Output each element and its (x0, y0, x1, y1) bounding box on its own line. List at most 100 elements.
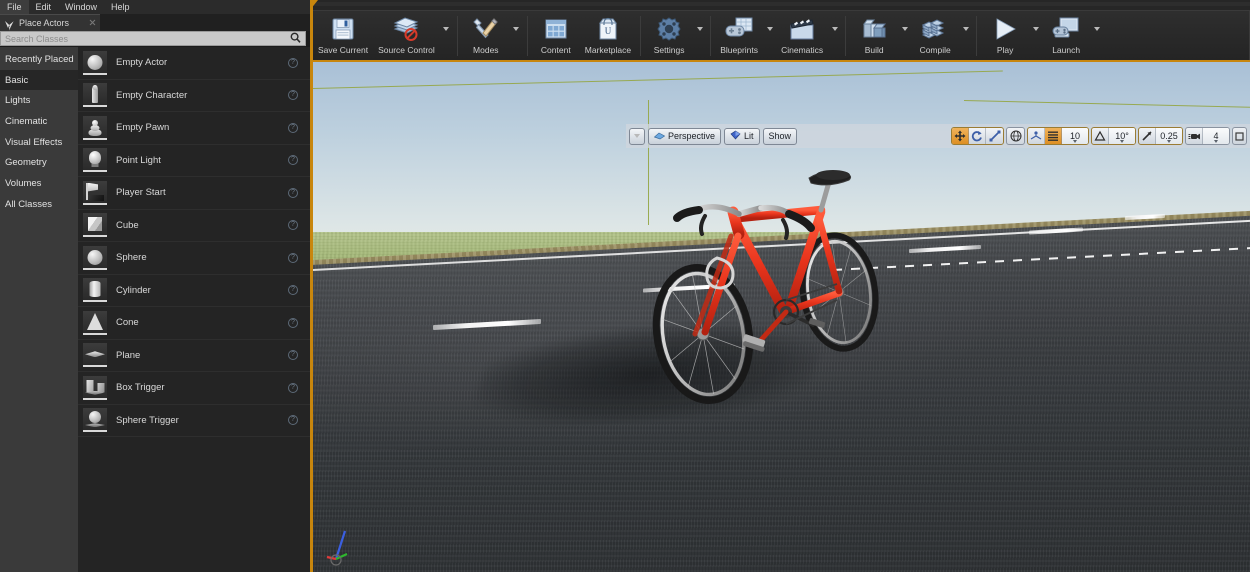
help-icon[interactable]: ? (288, 188, 298, 198)
camera-mode-label: Perspective (668, 131, 715, 141)
build-button[interactable]: Build (850, 11, 898, 61)
launch-button[interactable]: Launch (1042, 11, 1090, 61)
sidebar-item-geometry[interactable]: Geometry (0, 152, 78, 173)
scale-snap-value[interactable]: 0.25 (1156, 128, 1182, 144)
blueprints-button[interactable]: Blueprints (715, 11, 763, 61)
cinematics-dropdown[interactable] (828, 11, 841, 61)
source-control-dropdown[interactable] (440, 11, 453, 61)
help-icon[interactable]: ? (288, 350, 298, 360)
toolbar-label: Content (541, 45, 571, 55)
list-item-label: Cylinder (116, 285, 151, 296)
blueprints-dropdown[interactable] (763, 11, 776, 61)
help-icon[interactable]: ? (288, 123, 298, 133)
help-icon[interactable]: ? (288, 90, 298, 100)
scale-icon[interactable] (986, 128, 1003, 144)
list-item[interactable]: Sphere Trigger ? (78, 405, 310, 438)
toolbar-label: Blueprints (720, 45, 758, 55)
menu-item-window[interactable]: Window (58, 0, 104, 14)
help-icon[interactable]: ? (288, 58, 298, 68)
chevron-down-icon (902, 27, 908, 31)
cinematics-button[interactable]: Cinematics (776, 11, 828, 61)
world-coordinate-icon[interactable] (1007, 128, 1024, 144)
menu-item-file[interactable]: File (0, 0, 29, 14)
help-icon[interactable]: ? (288, 318, 298, 328)
cylinder-thumbnail (83, 278, 107, 302)
compile-dropdown[interactable] (959, 11, 972, 61)
compile-button[interactable]: Compile (911, 11, 959, 61)
list-item[interactable]: Sphere ? (78, 242, 310, 275)
camera-mode-button[interactable]: Perspective (648, 128, 721, 145)
sidebar-item-lights[interactable]: Lights (0, 90, 78, 111)
list-item[interactable]: Cylinder ? (78, 275, 310, 308)
help-icon[interactable]: ? (288, 383, 298, 393)
sidebar-item-volumes[interactable]: Volumes (0, 173, 78, 194)
sidebar-item-visual-effects[interactable]: Visual Effects (0, 132, 78, 153)
search-icon[interactable] (290, 30, 301, 48)
toolbar-label: Source Control (378, 45, 435, 55)
save-current-button[interactable]: Save Current (313, 11, 373, 61)
help-icon[interactable]: ? (288, 220, 298, 230)
list-item[interactable]: Empty Character ? (78, 80, 310, 113)
chevron-down-icon (634, 134, 640, 138)
maximize-viewport-icon[interactable] (1232, 127, 1247, 145)
view-mode-button[interactable]: Lit (724, 128, 760, 145)
camera-speed-group: 4 (1185, 127, 1230, 145)
launch-icon (1051, 14, 1081, 44)
menu-item-edit[interactable]: Edit (29, 0, 59, 14)
sidebar-item-basic[interactable]: Basic (0, 70, 78, 91)
list-item[interactable]: Cone ? (78, 307, 310, 340)
sidebar-item-recently-placed[interactable]: Recently Placed (0, 49, 78, 70)
pointlight-thumbnail (83, 148, 107, 172)
launch-dropdown[interactable] (1090, 11, 1103, 61)
build-dropdown[interactable] (898, 11, 911, 61)
list-item[interactable]: Box Trigger ? (78, 372, 310, 405)
tab-label: Place Actors (19, 18, 69, 28)
settings-dropdown[interactable] (693, 11, 706, 61)
show-label: Show (769, 131, 792, 141)
camera-speed-icon[interactable] (1186, 128, 1203, 144)
search-input[interactable] (5, 34, 290, 44)
play-button[interactable]: Play (981, 11, 1029, 61)
list-item[interactable]: Plane ? (78, 340, 310, 373)
grid-snap-icon[interactable] (1045, 128, 1062, 144)
modes-dropdown[interactable] (510, 11, 523, 61)
angle-snap-icon[interactable] (1092, 128, 1109, 144)
list-item[interactable]: Cube ? (78, 210, 310, 243)
settings-button[interactable]: Settings (645, 11, 693, 61)
scale-snap-icon[interactable] (1139, 128, 1156, 144)
help-icon[interactable]: ? (288, 253, 298, 263)
help-icon[interactable]: ? (288, 415, 298, 425)
rotation-snap-value[interactable]: 10° (1109, 128, 1135, 144)
help-icon[interactable]: ? (288, 155, 298, 165)
search-bar[interactable] (0, 31, 306, 46)
menu-item-help[interactable]: Help (104, 0, 137, 14)
modes-button[interactable]: Modes (462, 11, 510, 61)
level-viewport[interactable]: Perspective Lit Show (313, 62, 1250, 572)
marketplace-button[interactable]: U Marketplace (580, 11, 636, 61)
help-icon[interactable]: ? (288, 285, 298, 295)
list-item[interactable]: Player Start ? (78, 177, 310, 210)
list-item[interactable]: Empty Pawn ? (78, 112, 310, 145)
sidebar-item-all-classes[interactable]: All Classes (0, 194, 78, 215)
close-icon[interactable] (89, 19, 96, 26)
boxtrigger-thumbnail (83, 376, 107, 400)
translate-icon[interactable] (952, 128, 969, 144)
play-dropdown[interactable] (1029, 11, 1042, 61)
surface-snap-icon[interactable] (1028, 128, 1045, 144)
list-item[interactable]: Empty Actor ? (78, 47, 310, 80)
source-control-button[interactable]: Source Control (373, 11, 440, 61)
pawn-thumbnail (83, 116, 107, 140)
content-button[interactable]: Content (532, 11, 580, 61)
sidebar-item-cinematic[interactable]: Cinematic (0, 111, 78, 132)
rotate-icon[interactable] (969, 128, 986, 144)
list-item[interactable]: Point Light ? (78, 145, 310, 178)
show-menu-button[interactable]: Show (763, 128, 798, 145)
bicycle-actor[interactable] (643, 162, 893, 412)
toolbar-separator (976, 16, 977, 56)
blueprints-icon (724, 14, 754, 44)
viewport-options-button[interactable] (629, 128, 645, 145)
tab-place-actors[interactable]: Place Actors (0, 14, 100, 31)
camera-speed-value[interactable]: 4 (1203, 128, 1229, 144)
list-item-label: Empty Character (116, 90, 187, 101)
grid-snap-value[interactable]: 10 (1062, 128, 1088, 144)
